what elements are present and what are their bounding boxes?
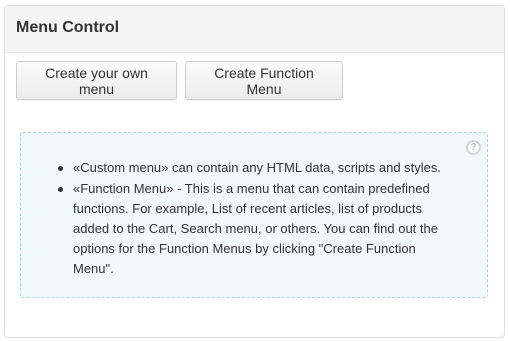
button-row: Create your own menu Create Function Men… (16, 61, 343, 100)
panel-title: Menu Control (16, 19, 120, 36)
info-list: «Custom menu» can contain any HTML data,… (53, 158, 457, 279)
menu-control-panel: Menu Control Create your own menu Create… (4, 5, 505, 338)
panel-header: Menu Control (5, 6, 504, 53)
question-circle-icon[interactable]: ? (466, 140, 481, 155)
list-item: «Function Menu» - This is a menu that ca… (53, 179, 457, 279)
list-item: «Custom menu» can contain any HTML data,… (53, 158, 457, 178)
create-function-menu-button[interactable]: Create Function Menu (185, 61, 343, 100)
info-box: ? «Custom menu» can contain any HTML dat… (20, 132, 488, 298)
create-own-menu-button[interactable]: Create your own menu (16, 61, 177, 100)
